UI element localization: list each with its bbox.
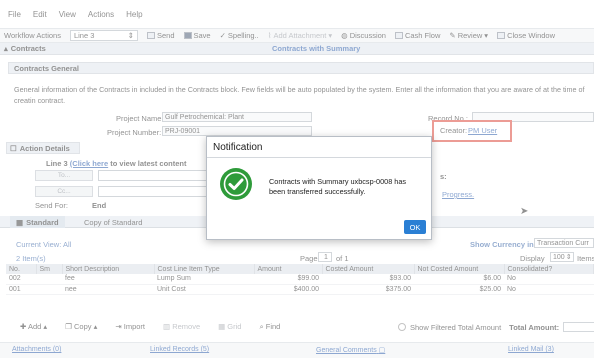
dialog-header: Notification (207, 137, 431, 158)
dialog-title: Notification (213, 141, 263, 153)
dialog-message: Contracts with Summary uxbcsp-0008 has b… (269, 177, 407, 196)
ok-button[interactable]: OK (404, 220, 426, 234)
ok-label: OK (409, 222, 421, 232)
success-check-icon (219, 167, 253, 201)
notification-dialog: Notification Contracts with Summary uxbc… (206, 136, 432, 240)
